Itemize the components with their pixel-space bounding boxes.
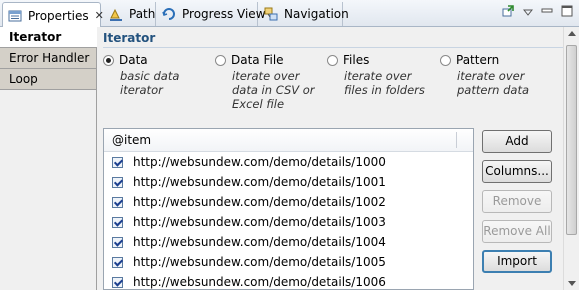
row-checkbox[interactable] [112, 216, 123, 228]
minimize-icon[interactable] [541, 5, 553, 20]
table-row[interactable]: http://websundew.com/demo/details/1002 [104, 192, 473, 212]
tab-progress-view[interactable]: Progress View [157, 2, 266, 26]
section-title: Iterator [103, 31, 156, 45]
option-label: Files [343, 53, 370, 67]
row-value: http://websundew.com/demo/details/1004 [133, 235, 386, 249]
column-header-item[interactable]: @item [104, 129, 473, 152]
table-row[interactable]: http://websundew.com/demo/details/1000 [104, 152, 473, 172]
row-value: http://websundew.com/demo/details/1001 [133, 175, 386, 189]
remove-all-button[interactable]: Remove All [482, 220, 552, 243]
option-label: Data [119, 53, 148, 67]
row-value: http://websundew.com/demo/details/1003 [133, 215, 386, 229]
items-table[interactable]: @item http://websundew.com/demo/details/… [103, 128, 474, 290]
navigation-icon [263, 6, 279, 22]
table-row[interactable]: http://websundew.com/demo/details/1004 [104, 232, 473, 252]
tab-label: Navigation [284, 7, 349, 21]
row-value: http://websundew.com/demo/details/1002 [133, 195, 386, 209]
radio-button[interactable] [327, 54, 338, 66]
row-checkbox[interactable] [112, 256, 123, 268]
option-label: Data File [231, 53, 284, 67]
view-toolbar [501, 4, 573, 21]
tab-label: Path [129, 7, 156, 21]
row-checkbox[interactable] [112, 196, 123, 208]
section-divider [103, 47, 573, 48]
option-description: iterate over data in CSV or Excel file [232, 69, 315, 111]
row-value: http://websundew.com/demo/details/1005 [133, 255, 386, 269]
table-row[interactable]: http://websundew.com/demo/details/1003 [104, 212, 473, 232]
vertical-scrollbar[interactable] [563, 27, 579, 290]
iterator-option-data[interactable]: Data basic data iterator [103, 53, 208, 97]
iterator-option-data-file[interactable]: Data File iterate over data in CSV or Ex… [215, 53, 325, 111]
view-menu-icon[interactable] [522, 6, 534, 20]
progress-view-icon [161, 6, 177, 22]
remove-button[interactable]: Remove [482, 190, 552, 213]
row-checkbox[interactable] [112, 176, 123, 188]
table-row[interactable]: http://websundew.com/demo/details/1001 [104, 172, 473, 192]
tab-label: Properties [28, 8, 89, 23]
view-tab-bar: Properties ✕ Path Progress View Navigati… [0, 0, 579, 28]
sidebar-item-label: Loop [9, 72, 38, 86]
sidebar-item-loop[interactable]: Loop [0, 69, 96, 90]
row-checkbox[interactable] [112, 276, 123, 288]
option-label: Pattern [456, 53, 500, 67]
sidebar-item-iterator[interactable]: Iterator [0, 27, 98, 48]
tab-navigation[interactable]: Navigation [259, 2, 349, 26]
radio-button[interactable] [215, 54, 226, 66]
option-description: iterate over files in folders [344, 69, 425, 97]
tab-path[interactable]: Path [104, 2, 156, 26]
import-button[interactable]: Import [482, 250, 552, 273]
tab-properties[interactable]: Properties ✕ [2, 2, 104, 28]
option-description: basic data iterator [120, 69, 180, 97]
scroll-up-icon[interactable] [568, 31, 576, 36]
property-sections-sidebar: Iterator Error Handler Loop [0, 27, 98, 290]
row-checkbox[interactable] [112, 156, 123, 168]
iterator-option-files[interactable]: Files iterate over files in folders [327, 53, 435, 97]
pin-icon[interactable] [501, 4, 515, 21]
sidebar-item-error-handler[interactable]: Error Handler [0, 48, 96, 69]
close-icon[interactable]: ✕ [95, 9, 104, 22]
table-row[interactable]: http://websundew.com/demo/details/1005 [104, 252, 473, 272]
radio-button[interactable] [440, 54, 451, 66]
properties-icon [7, 8, 23, 24]
path-icon [108, 6, 124, 22]
table-row[interactable]: http://websundew.com/demo/details/1006 [104, 272, 473, 289]
sidebar-item-label: Iterator [9, 30, 62, 44]
radio-button[interactable] [103, 54, 114, 66]
add-button[interactable]: Add [482, 130, 552, 153]
tab-label: Progress View [182, 7, 266, 21]
row-checkbox[interactable] [112, 236, 123, 248]
option-description: iterate over pattern data [457, 69, 530, 97]
scroll-down-icon[interactable] [568, 281, 576, 286]
columns-button[interactable]: Columns... [482, 160, 552, 183]
row-value: http://websundew.com/demo/details/1000 [133, 155, 386, 169]
iterator-option-pattern[interactable]: Pattern iterate over pattern data [440, 53, 540, 97]
maximize-icon[interactable] [561, 5, 573, 20]
iterator-panel: Iterator Data basic data iterator Data F… [97, 27, 579, 290]
row-value: http://websundew.com/demo/details/1006 [133, 275, 386, 289]
sidebar-item-label: Error Handler [9, 51, 90, 65]
scrollbar-thumb[interactable] [566, 45, 577, 235]
